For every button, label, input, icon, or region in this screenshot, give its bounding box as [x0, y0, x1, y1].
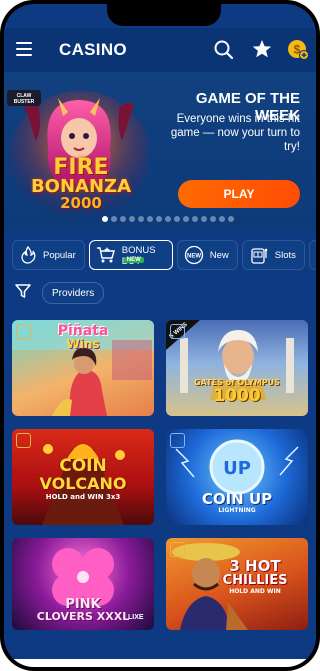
app-screen: CASINO $ CLAW BUSTER FIRE BONANZA 2000 GA…	[4, 4, 316, 667]
flame-icon	[21, 246, 36, 264]
providers-filter-button[interactable]: Providers	[42, 282, 105, 304]
game-name-line1: Piñata	[57, 323, 109, 339]
home-indicator-bar	[4, 659, 316, 667]
game-tile-3-hot-chillies[interactable]: 3 HOT CHILLIES HOLD AND WIN	[166, 538, 308, 630]
game-of-week-banner: CLAW BUSTER FIRE BONANZA 2000 GAME OF THE…	[4, 72, 316, 228]
game-title: COIN VOLCANO HOLD and WIN 3x3	[12, 457, 154, 502]
carousel-dot[interactable]	[120, 216, 126, 222]
app-header: CASINO $	[4, 28, 316, 72]
favorite-icon[interactable]	[170, 433, 185, 448]
svg-text:NEW: NEW	[187, 254, 201, 260]
carousel-dots	[102, 216, 234, 222]
game-subtitle: LIXE	[128, 614, 144, 621]
category-label: Popular	[43, 249, 76, 261]
new-badge: NEW	[123, 257, 144, 263]
filter-icon[interactable]	[14, 282, 32, 300]
carousel-dot[interactable]	[111, 216, 117, 222]
hero-game-title: FIRE BONANZA 2000	[26, 155, 136, 212]
game-title: 3 HOT CHILLIES HOLD AND WIN	[202, 558, 308, 596]
category-roulette[interactable]	[308, 240, 316, 270]
play-button[interactable]: PLAY	[178, 180, 300, 208]
game-tile-coin-volcano[interactable]: COIN VOLCANO HOLD and WIN 3x3	[12, 429, 154, 525]
device-notch	[107, 4, 221, 26]
cart-icon	[96, 247, 115, 263]
star-icon[interactable]	[251, 38, 273, 60]
game-name-line1: 3 HOT	[229, 557, 281, 575]
provider-logo: CLAWBUSTER	[7, 90, 41, 106]
game-name-line1: COIN	[59, 456, 107, 476]
carousel-dot[interactable]	[156, 216, 162, 222]
carousel-dot[interactable]	[174, 216, 180, 222]
game-name-line2: 1000	[213, 386, 261, 406]
carousel-dot[interactable]	[228, 216, 234, 222]
game-tile-pink-clovers[interactable]: PINK CLOVERS XXXL LIXE	[12, 538, 154, 630]
favorite-icon[interactable]	[170, 324, 185, 339]
carousel-dot[interactable]	[147, 216, 153, 222]
hero-description: Everyone wins in this hit game — now you…	[170, 113, 300, 153]
svg-text:BUSTER: BUSTER	[14, 99, 35, 105]
category-label: Slots	[274, 249, 296, 261]
app-title[interactable]: CASINO	[59, 40, 127, 60]
game-name-line2: CHILLIES	[222, 573, 288, 588]
carousel-dot[interactable]	[165, 216, 171, 222]
game-title: Piñata Wins	[12, 324, 154, 350]
coin-icon[interactable]: $	[287, 38, 309, 60]
game-subtitle: LIGHTNING	[218, 507, 256, 514]
category-slots[interactable]: Slots	[241, 240, 305, 270]
search-icon[interactable]	[212, 38, 234, 60]
game-tile-pinata-wins[interactable]: Piñata Wins	[12, 320, 154, 416]
category-label: BONUS BUY	[121, 245, 156, 267]
game-name-line2: VOLCANO	[39, 474, 127, 493]
game-subtitle: HOLD and WIN 3x3	[45, 493, 121, 501]
carousel-dot[interactable]	[183, 216, 189, 222]
game-name-line1: COIN UP	[201, 490, 273, 508]
svg-text:UP: UP	[223, 458, 251, 479]
category-bonus-buy[interactable]: BONUS BUY NEW	[88, 240, 173, 270]
game-name-line2: Wins	[66, 337, 100, 351]
carousel-dot[interactable]	[219, 216, 225, 222]
game-title: GATES of OLYMPUS 1000	[166, 378, 308, 405]
favorite-icon[interactable]	[170, 542, 185, 557]
hero-game-title-line3: 2000	[60, 194, 102, 212]
category-new[interactable]: NEW New	[176, 240, 238, 270]
game-tile-coin-up[interactable]: UP COIN UP LIGHTNING	[166, 429, 308, 525]
favorite-icon[interactable]	[16, 433, 31, 448]
menu-icon[interactable]	[16, 42, 32, 56]
new-icon: NEW	[184, 245, 203, 265]
game-title: COIN UP LIGHTNING	[166, 491, 308, 515]
carousel-dot[interactable]	[210, 216, 216, 222]
category-label: New	[209, 249, 229, 261]
game-tile-gates-of-olympus[interactable]: S WINS GATES of OLYMPUS 1000	[166, 320, 308, 416]
carousel-dot[interactable]	[102, 216, 108, 222]
carousel-dot[interactable]	[201, 216, 207, 222]
game-subtitle: HOLD AND WIN	[229, 588, 281, 595]
category-popular[interactable]: Popular	[12, 240, 85, 270]
carousel-dot[interactable]	[129, 216, 135, 222]
slot-machine-icon	[251, 248, 268, 264]
category-bar: Popular BONUS BUY NEW NEW New Slots	[12, 240, 316, 270]
carousel-dot[interactable]	[138, 216, 144, 222]
carousel-dot[interactable]	[192, 216, 198, 222]
phone-frame: CASINO $ CLAW BUSTER FIRE BONANZA 2000 GA…	[0, 0, 320, 671]
hero-game-title-line1: FIRE	[53, 155, 109, 180]
